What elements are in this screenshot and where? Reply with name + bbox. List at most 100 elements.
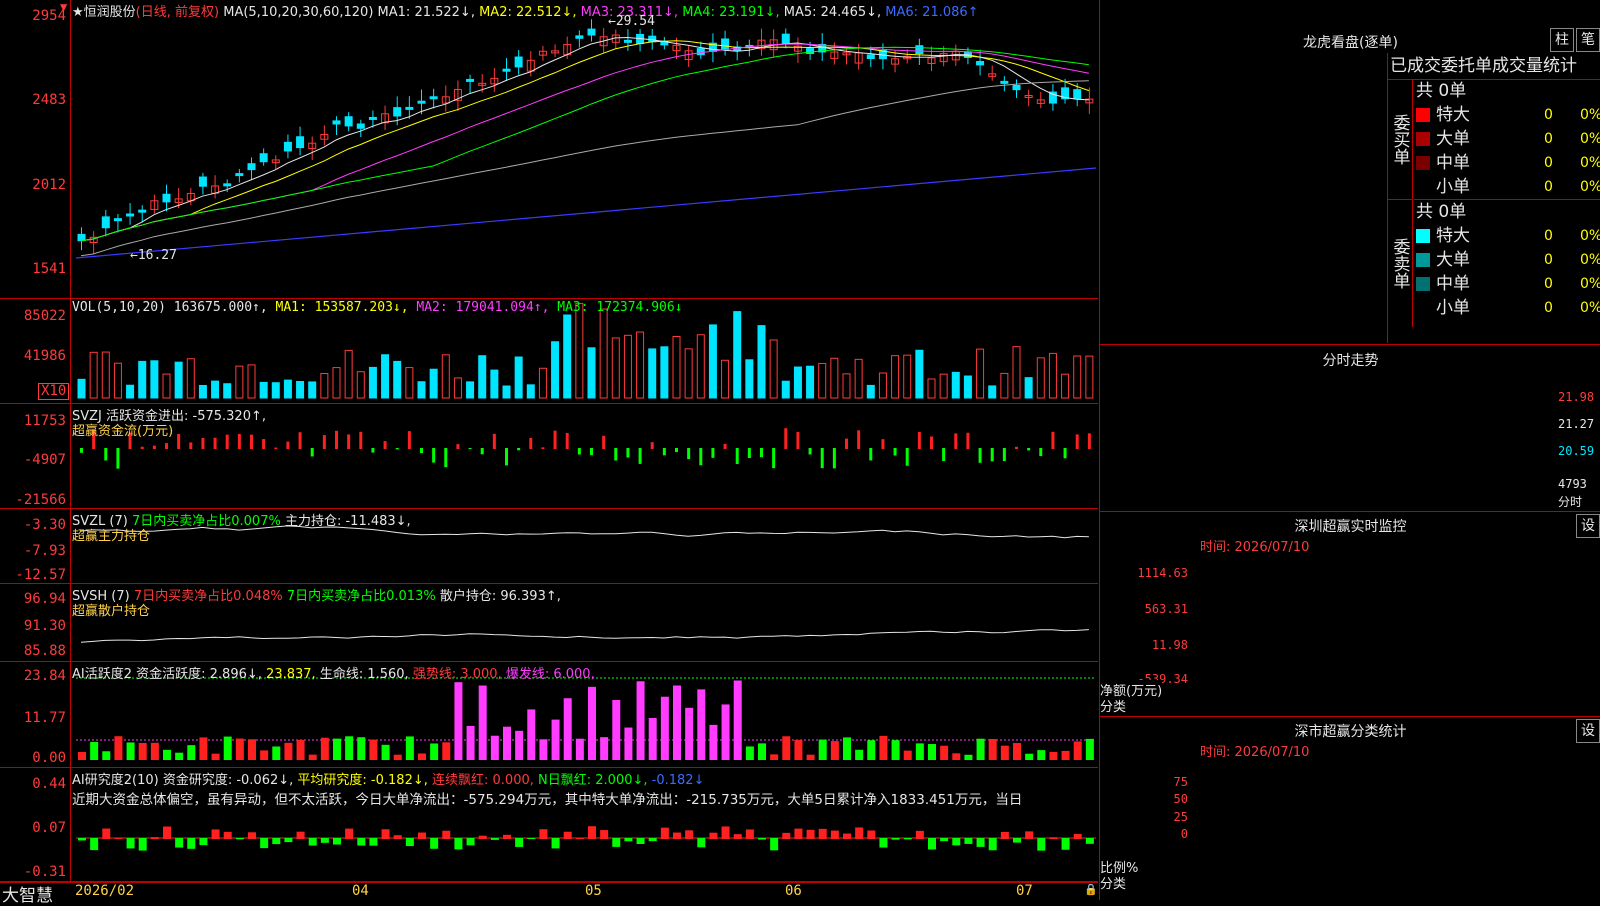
- row-label: 中单: [1436, 153, 1470, 173]
- sz-monitor-y-tick: 11.98: [1151, 638, 1188, 652]
- volume-tick: 85022: [23, 308, 66, 324]
- intraday-vol-unit: 分时: [1558, 495, 1583, 509]
- row-count: 0: [1544, 155, 1553, 171]
- svzl-pane[interactable]: -3.30 -7.93 -12.57 SVZL (7) 7日内买卖净占比0.00…: [0, 509, 1098, 584]
- ai-activity-value: 资金活跃度: 2.896↓,: [136, 667, 262, 682]
- row-label: 大单: [1436, 250, 1470, 270]
- volume-title: VOL(5,10,20): [72, 300, 166, 315]
- sz-class-y-tick: 50: [1173, 792, 1188, 806]
- sz-monitor-category-label: 分类: [1100, 700, 1127, 715]
- stock-name[interactable]: 恒润股份: [84, 5, 136, 20]
- ai-avg-research: 平均研究度: -0.182↓,: [297, 773, 428, 788]
- ai-strong-line: 强势线: 3.000,: [412, 667, 502, 682]
- sell-total: 共 0单: [1416, 202, 1467, 222]
- ai-research-tick: 0.07: [32, 820, 66, 836]
- row-percent: 0%: [1580, 155, 1600, 171]
- x-axis: 大智慧 2026/02 04 05 06 07 🔒: [0, 882, 1098, 906]
- period-label[interactable]: (日线, 前复权): [136, 5, 219, 20]
- sell-row-1: 大单 0 0%: [1414, 248, 1600, 272]
- row-count: 0: [1544, 228, 1553, 244]
- svzl-position: 主力持仓: -11.483↓,: [284, 514, 411, 529]
- sz-class-title: 深市超赢分类统计: [1294, 724, 1407, 740]
- svsh-ratio-2: 7日内买卖净占比0.013%: [286, 589, 436, 604]
- row-label: 特大: [1436, 105, 1470, 125]
- price-tick: 1541: [32, 261, 66, 277]
- sz-class-category-label: 分类: [1100, 877, 1127, 892]
- ai-activity-header: AI活跃度2 资金活跃度: 2.896↓, 23.837, 生命线: 1.560…: [72, 663, 595, 682]
- ai-research-header: AI研究度2(10) 资金研究度: -0.062↓, 平均研究度: -0.182…: [72, 769, 704, 788]
- svzl-axis: -3.30 -7.93 -12.57: [0, 509, 71, 583]
- ai-extra-value: -0.182↓: [651, 773, 705, 788]
- intraday-tick: 20.59: [1558, 444, 1595, 458]
- high-price-label: ←29.54: [608, 14, 655, 29]
- sz-monitor-panel[interactable]: 深圳超赢实时监控 设 时间: 2026/07/10 1114.63 563.31…: [1099, 512, 1600, 717]
- buy-order-label: 委买单: [1388, 79, 1413, 200]
- ai-research-tick: 0.44: [32, 776, 66, 792]
- intraday-title: 分时走势: [1322, 353, 1379, 369]
- row-count: 0: [1544, 131, 1553, 147]
- buy-total: 共 0单: [1416, 81, 1467, 101]
- svsh-subtitle: 超赢散户持仓: [72, 604, 151, 619]
- svsh-tick: 96.94: [23, 591, 66, 607]
- sz-class-settings-button[interactable]: 设: [1576, 719, 1600, 743]
- ai-activity-pane[interactable]: 23.84 11.77 0.00 AI活跃度2 资金活跃度: 2.896↓, 2…: [0, 662, 1098, 768]
- sz-monitor-settings-button[interactable]: 设: [1576, 514, 1600, 538]
- pen-mode-button[interactable]: 笔: [1576, 28, 1600, 52]
- svzj-tick: -21566: [15, 492, 66, 508]
- ai-research-value: 资金研究度: -0.062↓,: [162, 773, 294, 788]
- svzl-tick: -12.57: [15, 567, 66, 583]
- ma-header: MA(5,10,20,30,60,120): [223, 5, 374, 20]
- color-swatch: [1416, 301, 1430, 315]
- price-tick: 2012: [32, 177, 66, 193]
- x-axis-label: 05: [585, 883, 602, 899]
- star-icon[interactable]: ★: [72, 5, 84, 20]
- svzj-tick: 11753: [23, 413, 66, 429]
- ai-research-name: AI研究度2(10): [72, 773, 159, 788]
- ai-activity-axis: 23.84 11.77 0.00: [0, 662, 71, 767]
- ai-lifeline: 生命线: 1.560,: [319, 667, 409, 682]
- ai-consecutive-red: 连续飘红: 0.000,: [432, 773, 534, 788]
- price-tick: 2483: [32, 92, 66, 108]
- ma5-value: MA5: 24.465↓,: [783, 5, 882, 20]
- svzj-pane[interactable]: 11753 -4907 -21566 SVZJ 活跃资金进出: -575.320…: [0, 404, 1098, 509]
- ai-activity-tick: 23.84: [23, 668, 66, 684]
- svzl-tick: -3.30: [23, 517, 66, 533]
- sz-class-panel[interactable]: 深市超赢分类统计 设 时间: 2026/07/10 75 50 25 0 比例%…: [1099, 717, 1600, 900]
- color-swatch: [1416, 253, 1430, 267]
- intraday-vol-tick: 4793: [1558, 477, 1587, 491]
- buy-row-1: 大单 0 0%: [1414, 127, 1600, 151]
- color-swatch: [1416, 132, 1430, 146]
- svzl-subtitle: 超赢主力持仓: [72, 529, 151, 544]
- ai-research-pane[interactable]: 0.44 0.07 -0.31 AI研究度2(10) 资金研究度: -0.062…: [0, 768, 1098, 882]
- lock-icon[interactable]: 🔒: [1084, 883, 1098, 896]
- intraday-tick: 21.27: [1558, 417, 1595, 431]
- color-swatch: [1416, 277, 1430, 291]
- sz-class-y-tick: 0: [1180, 827, 1188, 841]
- kline-pane[interactable]: 2954 2483 2012 1541 ▼ ★恒润股份(日线, 前复权) MA(…: [0, 0, 1098, 299]
- bar-mode-button[interactable]: 柱: [1550, 28, 1574, 52]
- intraday-panel[interactable]: 分时走势 21.98 21.27 20.59 4793 分时: [1099, 345, 1600, 512]
- lhb-title: 龙虎看盘(逐单): [1303, 35, 1398, 51]
- caret-icon[interactable]: ▼: [60, 0, 67, 14]
- svzj-subtitle: 超赢资金流(万元): [72, 424, 174, 439]
- ma1-value: MA1: 21.522↓,: [377, 5, 475, 20]
- buy-order-list: 共 0单 特大 0 0% 大单 0 0% 中单 0 0% 小单 0 0%: [1414, 79, 1600, 200]
- volume-pane[interactable]: 85022 41986 X10 VOL(5,10,20) 163675.000↑…: [0, 299, 1098, 404]
- volume-unit: X10: [38, 383, 70, 400]
- sell-order-list: 共 0单 特大 0 0% 大单 0 0% 中单 0 0% 小单 0 0%: [1414, 200, 1600, 325]
- row-label: 特大: [1436, 226, 1470, 246]
- row-label: 大单: [1436, 129, 1470, 149]
- buy-row-0: 特大 0 0%: [1414, 103, 1600, 127]
- sz-monitor-title: 深圳超赢实时监控: [1294, 519, 1407, 535]
- x-axis-label: 06: [785, 883, 802, 899]
- row-label: 小单: [1436, 177, 1470, 197]
- x-axis-label: 07: [1016, 883, 1033, 899]
- svsh-pane[interactable]: 96.94 91.30 85.88 SVSH (7) 7日内买卖净占比0.048…: [0, 584, 1098, 662]
- volume-value: 163675.000↑,: [173, 300, 268, 315]
- x-axis-label: 2026/02: [75, 883, 135, 899]
- row-percent: 0%: [1580, 252, 1600, 268]
- svsh-tick: 91.30: [23, 618, 66, 634]
- low-price-label: ←16.27: [130, 248, 177, 263]
- sell-row-0: 特大 0 0%: [1414, 224, 1600, 248]
- row-count: 0: [1544, 300, 1553, 316]
